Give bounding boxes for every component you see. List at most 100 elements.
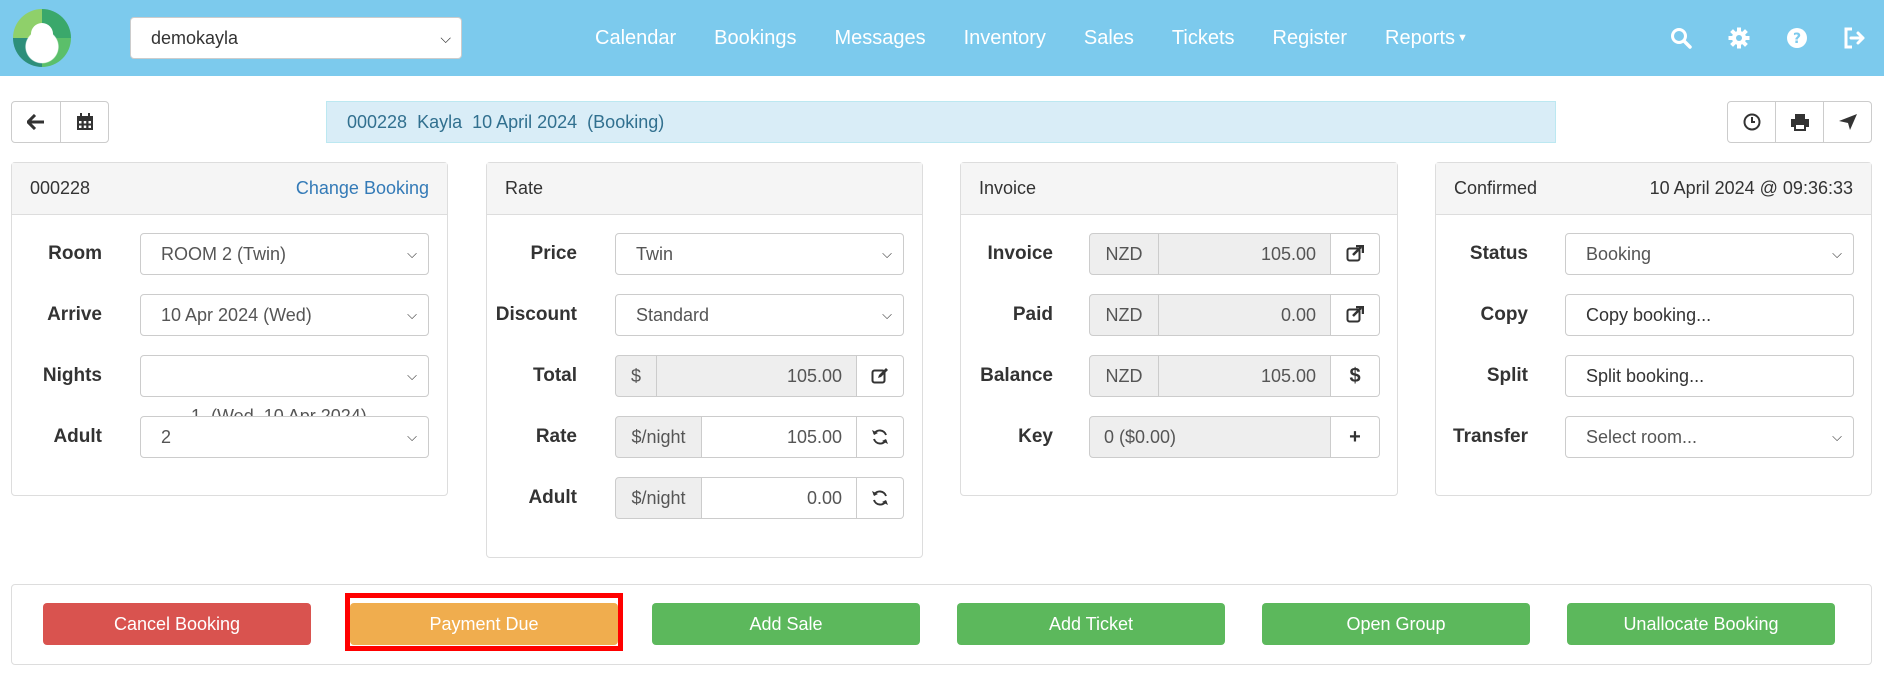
arrive-select-value: 10 Apr 2024 (Wed) [161,305,312,325]
invoice-input-group: NZD 105.00 [1089,233,1380,275]
nav-messages[interactable]: Messages [834,27,925,50]
nav-sales[interactable]: Sales [1084,27,1134,50]
invoice-panel: Invoice Invoice NZD 105.00 Paid NZD 0.00… [960,162,1398,496]
adult-row: Adult 2 ⌵ [12,416,449,458]
status-label: Status [1469,243,1528,264]
open-payments-button[interactable] [1331,294,1380,336]
discount-select-value: Standard [636,305,710,325]
confirmed-timestamp: 10 April 2024 @ 09:36:33 [1649,178,1853,198]
change-booking-link[interactable]: Change Booking [296,178,429,199]
rate-input-group: $/night 105.00 [615,416,904,458]
edit-total-button[interactable] [857,355,904,397]
print-icon [1790,114,1809,131]
pay-balance-button[interactable]: $ [1331,355,1380,397]
chevron-down-icon: ⌵ [440,30,451,46]
split-label: Split [1486,365,1528,386]
nav-bookings[interactable]: Bookings [714,27,796,50]
paid-row: Paid NZD 0.00 [961,294,1399,336]
chevron-down-icon: ⌵ [1832,429,1842,444]
refresh-adult-rate-button[interactable] [857,477,904,519]
price-select[interactable]: Twin ⌵ [615,233,904,275]
payment-due-button[interactable]: Payment Due [350,603,618,645]
copy-booking-value: Copy booking... [1586,305,1712,325]
chevron-down-icon: ⌵ [882,246,892,261]
room-select[interactable]: ROOM 2 (Twin) ⌵ [140,233,429,275]
arrive-label: Arrive [47,304,102,325]
price-label: Price [530,243,577,264]
nav-reports[interactable]: Reports ▼ [1385,27,1468,50]
arrive-select[interactable]: 10 Apr 2024 (Wed) ⌵ [140,294,429,336]
send-button[interactable] [1823,101,1872,143]
edit-icon [871,368,888,384]
transfer-label: Transfer [1453,426,1528,447]
invoice-panel-header: Invoice [961,163,1397,215]
transfer-select-value: Select room... [1586,427,1698,447]
price-select-value: Twin [636,244,674,264]
search-icon[interactable] [1652,27,1710,49]
top-navbar: demokayla ⌵ Calendar Bookings Messages I… [0,0,1884,76]
key-input-group: 0 ($0.00) + [1089,416,1380,458]
nav-register[interactable]: Register [1273,27,1347,50]
discount-row: Discount Standard ⌵ [487,294,924,336]
key-row: Key 0 ($0.00) + [961,416,1399,458]
nights-label: Nights [42,365,102,386]
key-field: 0 ($0.00) [1089,416,1331,458]
help-icon[interactable]: ? [1768,27,1826,49]
rate-field[interactable]: 105.00 [702,416,857,458]
rate-panel-title: Rate [505,178,544,198]
total-label: Total [533,365,577,386]
nav-tickets[interactable]: Tickets [1172,27,1235,50]
account-select-value: demokayla [151,28,239,48]
nav-inventory[interactable]: Inventory [964,27,1046,50]
split-booking-value: Split booking... [1586,366,1705,386]
app-logo[interactable] [13,9,71,67]
adult-select-value: 2 [161,427,172,447]
adult-select[interactable]: 2 ⌵ [140,416,429,458]
gear-icon[interactable] [1710,27,1768,49]
external-link-icon [1346,306,1364,323]
account-select[interactable]: demokayla ⌵ [130,17,462,59]
room-label: Room [48,243,102,264]
price-row: Price Twin ⌵ [487,233,924,275]
refresh-icon [872,429,888,445]
print-button[interactable] [1775,101,1824,143]
total-addon: $ [615,355,657,397]
balance-label: Balance [980,365,1053,386]
add-sale-button[interactable]: Add Sale [652,603,920,645]
send-icon [1838,114,1857,130]
nights-select[interactable]: 1 (Wed, 10 Apr 2024) ⌵ [140,355,429,426]
add-key-button[interactable]: + [1331,416,1380,458]
adult-rate-field[interactable]: 0.00 [702,477,857,519]
history-button[interactable] [1727,101,1776,143]
discount-label: Discount [495,304,577,325]
unallocate-booking-button[interactable]: Unallocate Booking [1567,603,1835,645]
calendar-button[interactable] [60,101,109,143]
cancel-booking-button[interactable]: Cancel Booking [43,603,311,645]
refresh-rate-button[interactable] [857,416,904,458]
paid-input-group: NZD 0.00 [1089,294,1380,336]
chevron-down-icon: ⌵ [407,368,417,383]
transfer-row: Transfer Select room... ⌵ [1436,416,1873,458]
adult-rate-addon: $/night [615,477,702,519]
refresh-icon [872,490,888,506]
status-row: Status Booking ⌵ [1436,233,1873,275]
open-invoice-button[interactable] [1331,233,1380,275]
logout-icon[interactable] [1826,27,1884,49]
nav-calendar[interactable]: Calendar [595,27,676,50]
open-group-button[interactable]: Open Group [1262,603,1530,645]
add-ticket-button[interactable]: Add Ticket [957,603,1225,645]
transfer-select[interactable]: Select room... ⌵ [1565,416,1854,458]
status-select[interactable]: Booking ⌵ [1565,233,1854,275]
invoice-panel-title: Invoice [979,178,1037,198]
caret-down-icon: ▼ [1457,32,1468,45]
adult-rate-row: Adult $/night 0.00 [487,477,924,519]
status-panel-title: Confirmed [1454,178,1538,198]
rate-row: Rate $/night 105.00 [487,416,924,458]
discount-select[interactable]: Standard ⌵ [615,294,904,336]
chevron-down-icon: ⌵ [882,307,892,322]
rate-panel: Rate Price Twin ⌵ Discount Standard ⌵ To… [486,162,923,558]
back-button[interactable] [11,101,61,143]
copy-booking-input[interactable]: Copy booking... [1565,294,1854,336]
nav-icon-group: ? [1652,0,1884,76]
split-booking-input[interactable]: Split booking... [1565,355,1854,397]
